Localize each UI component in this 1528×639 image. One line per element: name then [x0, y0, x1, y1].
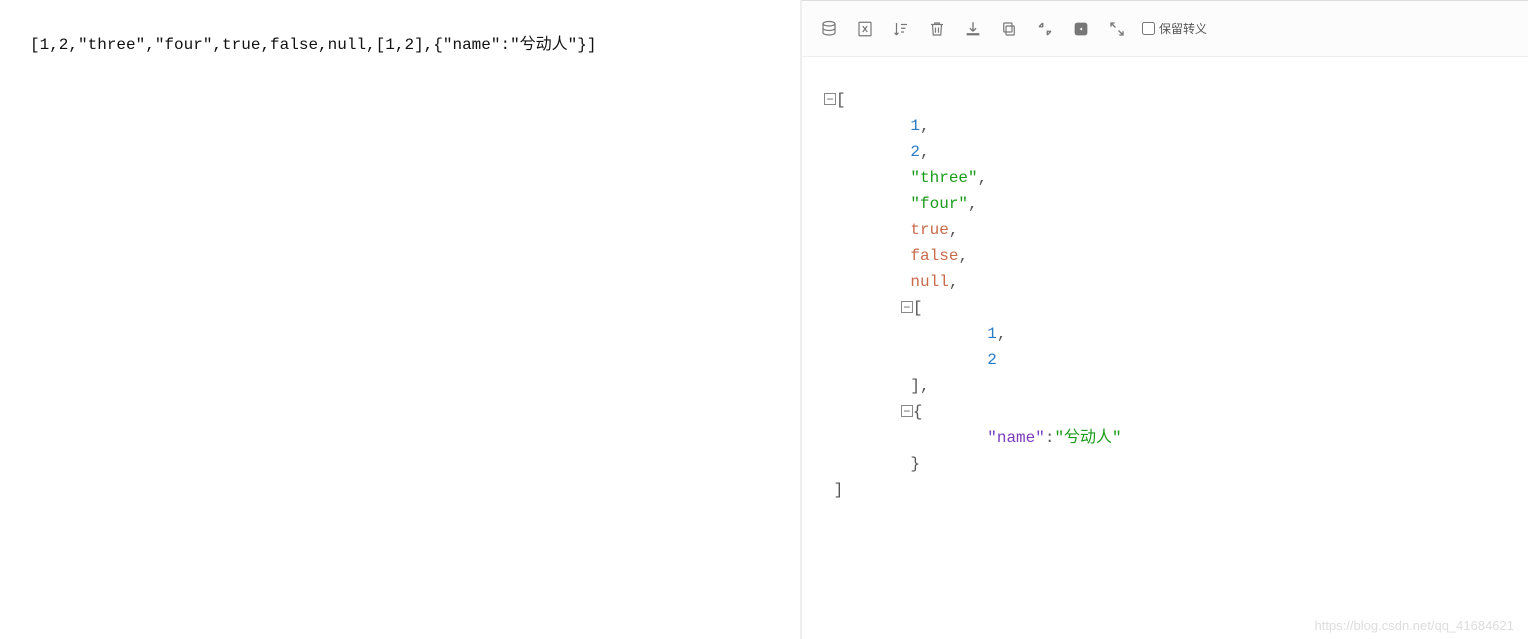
token-num: 1: [910, 117, 920, 135]
json-line: ]: [824, 477, 1506, 503]
database-icon[interactable]: [814, 14, 844, 44]
download-icon[interactable]: [958, 14, 988, 44]
json-line: 2: [824, 347, 1506, 373]
excel-icon[interactable]: [850, 14, 880, 44]
token-punct: ,: [949, 273, 959, 291]
input-panel[interactable]: [1,2,"three","four",true,false,null,[1,2…: [0, 0, 800, 639]
json-line: 1,: [824, 113, 1506, 139]
token-str: "four": [910, 195, 968, 213]
token-punct: :: [1045, 429, 1055, 447]
json-line: "name":"兮动人": [824, 425, 1506, 451]
compress-icon[interactable]: [1030, 14, 1060, 44]
json-line: −{: [824, 399, 1506, 425]
token-punct: ,: [949, 221, 959, 239]
token-num: 1: [987, 325, 997, 343]
token-punct: ,: [978, 169, 988, 187]
token-bracket: ]: [834, 481, 844, 499]
token-punct: ,: [920, 377, 930, 395]
token-punct: ,: [920, 143, 930, 161]
token-bracket: }: [910, 455, 920, 473]
token-bracket: [: [913, 299, 923, 317]
json-line: false,: [824, 243, 1506, 269]
token-punct: ,: [968, 195, 978, 213]
token-punct: ,: [958, 247, 968, 265]
token-bracket: ]: [910, 377, 920, 395]
json-line: −[: [824, 295, 1506, 321]
json-line: ],: [824, 373, 1506, 399]
preserve-escape-checkbox[interactable]: 保留转义: [1142, 20, 1207, 37]
json-line: }: [824, 451, 1506, 477]
collapse-toggle-icon[interactable]: −: [824, 93, 836, 105]
expand-icon[interactable]: [1102, 14, 1132, 44]
token-bool: false: [910, 247, 958, 265]
collapse-toggle-icon[interactable]: −: [901, 405, 913, 417]
token-bool: true: [910, 221, 948, 239]
token-punct: ,: [997, 325, 1007, 343]
copy-icon[interactable]: [994, 14, 1024, 44]
json-line: −[: [824, 87, 1506, 113]
sort-icon[interactable]: [886, 14, 916, 44]
trash-icon[interactable]: [922, 14, 952, 44]
raw-json-text: [1,2,"three","four",true,false,null,[1,2…: [30, 36, 597, 54]
token-str: "兮动人": [1054, 429, 1121, 447]
json-line: "four",: [824, 191, 1506, 217]
collapse-toggle-icon[interactable]: −: [901, 301, 913, 313]
json-line: "three",: [824, 165, 1506, 191]
token-null: null: [910, 273, 948, 291]
share-icon[interactable]: [1066, 14, 1096, 44]
token-key: "name": [987, 429, 1045, 447]
preserve-escape-input[interactable]: [1142, 22, 1155, 35]
json-tree-viewer[interactable]: −[ 1, 2, "three", "four", true, false, n…: [802, 57, 1528, 639]
token-str: "three": [910, 169, 977, 187]
json-line: null,: [824, 269, 1506, 295]
toolbar: 保留转义: [802, 1, 1528, 57]
json-line: 2,: [824, 139, 1506, 165]
token-bracket: {: [913, 403, 923, 421]
preserve-escape-label: 保留转义: [1159, 20, 1207, 37]
token-num: 2: [987, 351, 997, 369]
json-line: 1,: [824, 321, 1506, 347]
token-bracket: [: [836, 91, 846, 109]
token-punct: ,: [920, 117, 930, 135]
json-line: true,: [824, 217, 1506, 243]
output-panel: 保留转义 −[ 1, 2, "three", "four", true, fal…: [802, 0, 1528, 639]
token-num: 2: [910, 143, 920, 161]
